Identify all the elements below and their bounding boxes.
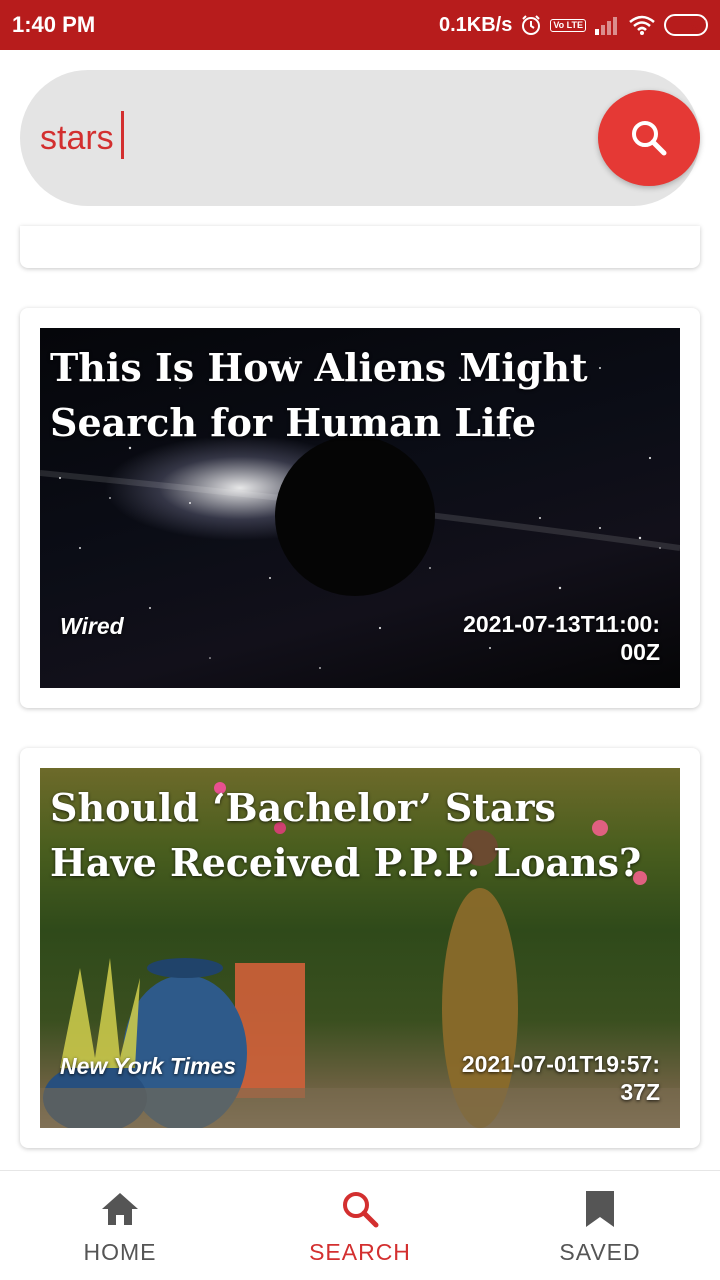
bookmark-icon: [586, 1191, 614, 1227]
nav-saved[interactable]: SAVED: [480, 1171, 720, 1280]
signal-icon: [594, 15, 620, 35]
article-title: This Is How Aliens Might Search for Huma…: [50, 345, 588, 445]
text-cursor: [121, 111, 124, 159]
article-source: Wired: [60, 613, 124, 639]
article-card[interactable]: This Is How Aliens Might Search for Huma…: [20, 308, 700, 708]
nav-home[interactable]: HOME: [0, 1171, 240, 1280]
search-icon: [632, 121, 667, 156]
nav-search[interactable]: SEARCH: [240, 1171, 480, 1280]
article-date: 2021-07-13T11:00:00Z: [463, 611, 660, 665]
article-card[interactable]: Should ‘Bachelor’ Stars Have Received P.…: [20, 748, 700, 1148]
search-icon: [343, 1192, 379, 1228]
search-button[interactable]: [598, 90, 700, 186]
home-icon: [102, 1193, 138, 1225]
search-input[interactable]: [40, 96, 600, 180]
nav-search-label: SEARCH: [309, 1239, 411, 1265]
wifi-icon: [628, 14, 656, 36]
status-bar: 1:40 PM 0.1KB/s Vo LTE 57: [0, 0, 720, 50]
volte-badge: Vo LTE: [550, 18, 586, 32]
battery-level: 57: [690, 17, 706, 33]
battery-icon: 57: [664, 14, 708, 36]
alarm-icon: [520, 14, 542, 36]
article-image[interactable]: This Is How Aliens Might Search for Huma…: [40, 328, 680, 688]
article-date: 2021-07-01T19:57:37Z: [461, 1051, 660, 1105]
nav-home-label: HOME: [83, 1239, 157, 1265]
nav-saved-label: SAVED: [559, 1239, 641, 1265]
status-time: 1:40 PM: [12, 12, 96, 37]
article-image[interactable]: Should ‘Bachelor’ Stars Have Received P.…: [40, 768, 680, 1128]
article-title: Should ‘Bachelor’ Stars Have Received P.…: [50, 785, 642, 885]
bottom-navigation: HOME SEARCH SAVED: [0, 1170, 720, 1280]
article-card-partial[interactable]: [20, 226, 700, 268]
status-icons: 0.1KB/s Vo LTE 57: [439, 10, 708, 40]
network-speed: 0.1KB/s: [438, 13, 513, 36]
article-source: New York Times: [60, 1053, 236, 1079]
